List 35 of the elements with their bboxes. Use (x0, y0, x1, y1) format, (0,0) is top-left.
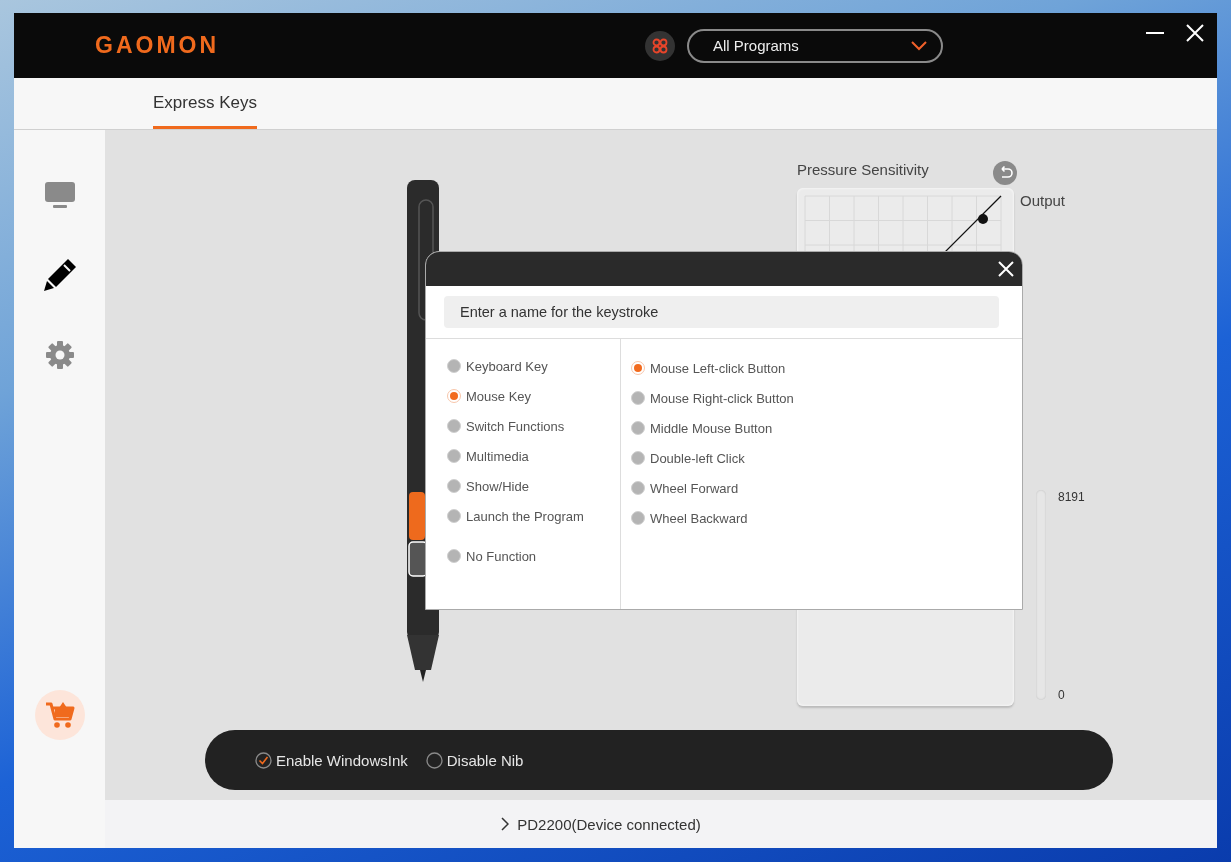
radio-option[interactable]: Mouse Key (447, 381, 532, 411)
checkbox-option[interactable]: Enable WindowsInk (255, 751, 408, 769)
pencil-icon (41, 257, 78, 293)
close-icon[interactable] (1185, 23, 1205, 43)
pressure-title: Pressure Sensitivity (797, 161, 929, 178)
reset-icon[interactable] (993, 161, 1017, 185)
max-label: 8191 (1058, 490, 1085, 504)
checkbox-option[interactable]: Disable Nib (425, 751, 524, 769)
program-dropdown[interactable]: All Programs (687, 28, 943, 63)
radio-option[interactable]: No Function (447, 541, 537, 571)
radio-option[interactable]: Keyboard Key (447, 351, 548, 381)
radio-option[interactable]: Wheel Forward (631, 473, 739, 503)
device-status: PD2200(Device connected) (517, 815, 701, 833)
output-label: Output (1020, 192, 1067, 209)
cart-icon (44, 701, 75, 729)
chevron-down-icon (911, 40, 927, 51)
radio-option[interactable]: Double-left Click (631, 443, 745, 473)
close-icon[interactable] (996, 259, 1016, 279)
settings-icon (45, 341, 74, 369)
min-label: 0 (1058, 688, 1066, 702)
chevron-right-icon[interactable] (501, 817, 510, 831)
radio-option[interactable]: Switch Functions (447, 411, 565, 441)
monitor-icon (44, 182, 75, 208)
radio-option[interactable]: Show/Hide (447, 471, 529, 501)
logo: GAOMON (95, 32, 221, 59)
keystroke-name-field[interactable]: Enter a name for the keystroke (444, 296, 999, 328)
radio-option[interactable]: Mouse Left-click Button (631, 353, 786, 383)
radio-option[interactable]: Mouse Right-click Button (631, 383, 794, 413)
radio-option[interactable]: Middle Mouse Button (631, 413, 773, 443)
radio-option[interactable]: Multimedia (447, 441, 529, 471)
clover-icon (652, 37, 668, 54)
shop-button[interactable] (34, 690, 85, 740)
radio-option[interactable]: Wheel Backward (631, 503, 748, 533)
apps-button[interactable] (645, 30, 675, 61)
radio-option[interactable]: Launch the Program (447, 501, 584, 531)
